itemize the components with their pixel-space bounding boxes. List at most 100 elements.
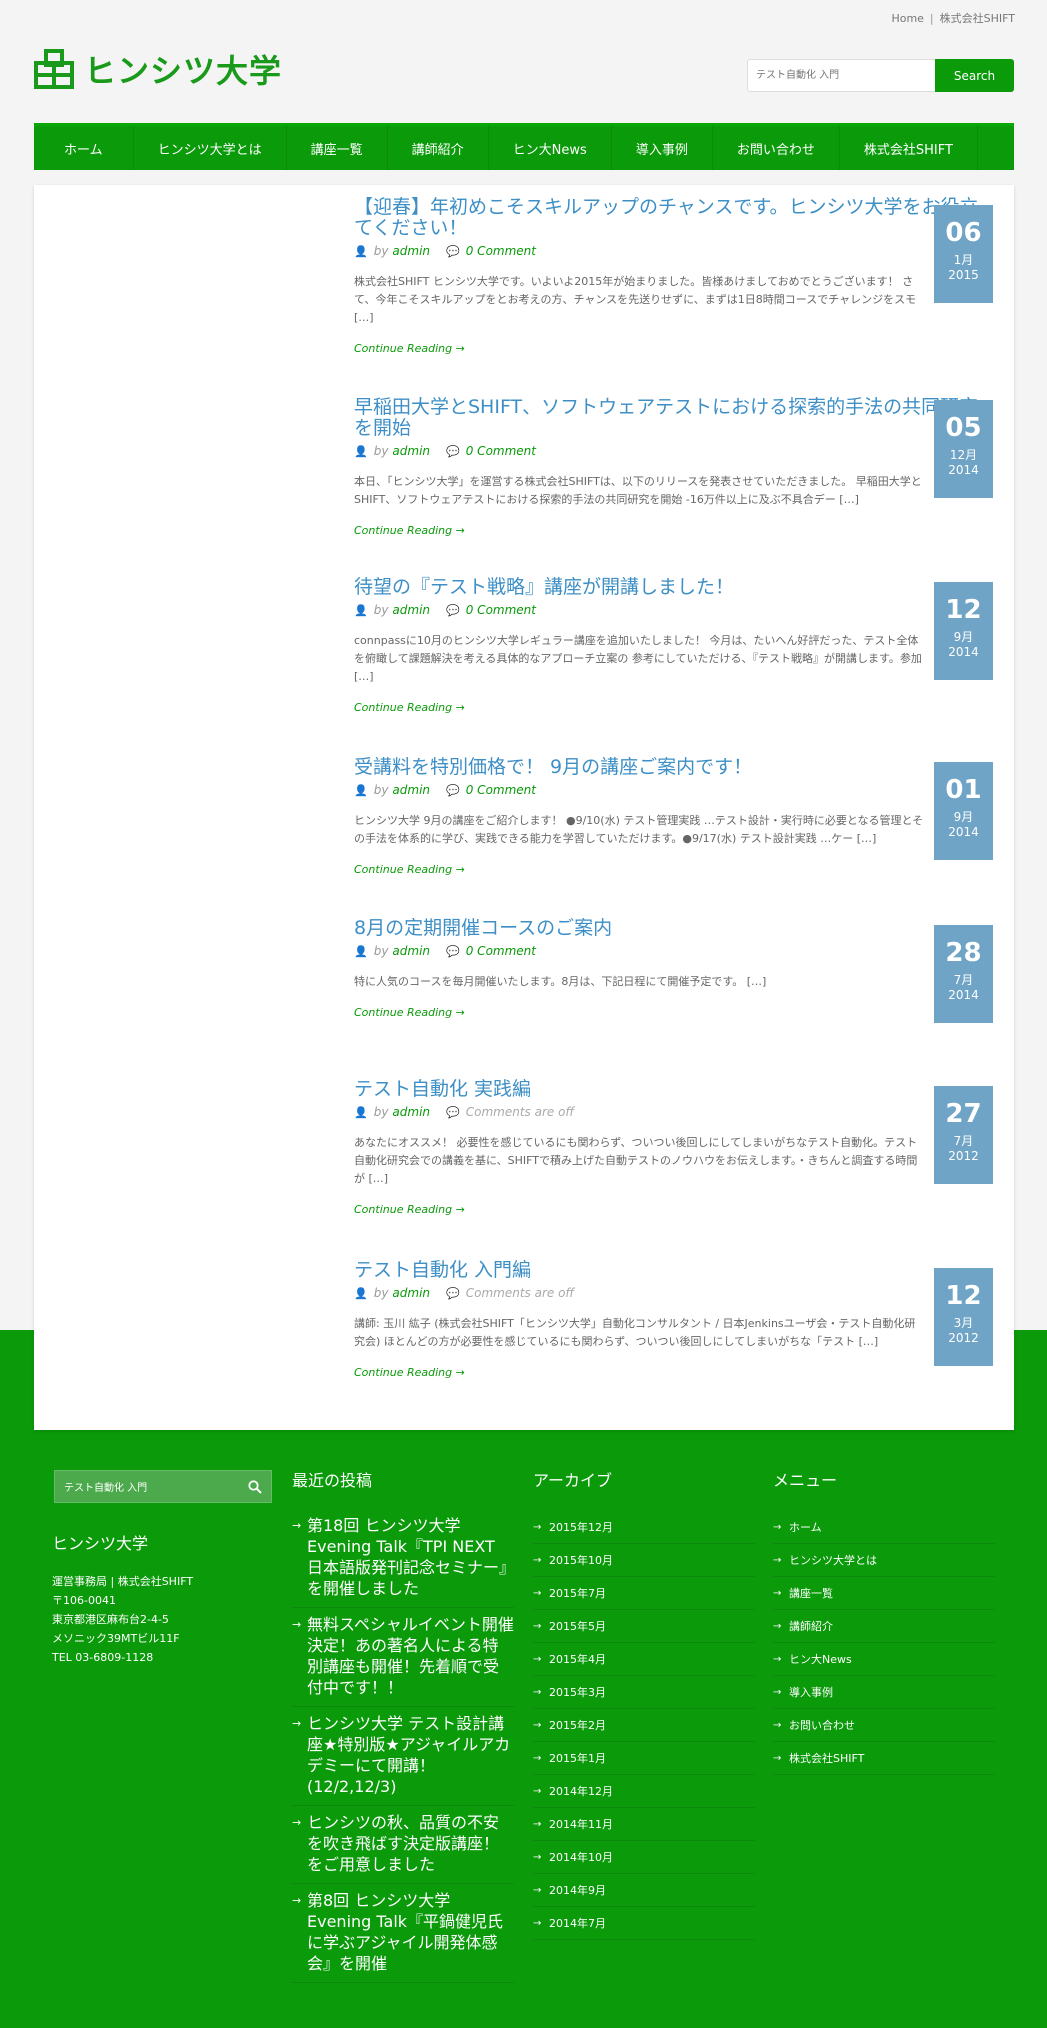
post-item: テスト自動化 実践編 👤 by admin 💬 Comments are off あなたにオ… — [354, 1078, 994, 1217]
post-date-day: 12 — [945, 595, 982, 625]
recent-post-link[interactable]: 第8回 ヒンシツ大学 Evening Talk『平鍋健児氏に学ぶアジャイル開発体… — [292, 1884, 514, 1983]
archive-link[interactable]: 2015年7月 — [533, 1577, 755, 1610]
continue-reading-link[interactable]: Continue Reading → — [354, 524, 994, 537]
post-date-month: 9月 — [953, 630, 974, 644]
nav-item-7[interactable]: 株式会社SHIFT — [840, 126, 978, 170]
post-comments[interactable]: 0 Comment — [466, 783, 536, 797]
user-icon: 👤 — [354, 1286, 368, 1300]
archive-link[interactable]: 2014年12月 — [533, 1775, 755, 1808]
nav-item-1[interactable]: ヒンシツ大学とは — [134, 126, 287, 170]
post-meta: 👤 by admin 💬 0 Comment — [354, 783, 994, 797]
top-link-home[interactable]: Home — [891, 12, 923, 25]
user-icon: 👤 — [354, 783, 368, 797]
continue-reading-link[interactable]: Continue Reading → — [354, 863, 994, 876]
post-date-badge: 28 7月 2014 — [934, 925, 993, 1023]
post-author[interactable]: admin — [392, 944, 430, 958]
footer-menu-link[interactable]: ホーム — [773, 1511, 995, 1544]
post-comments[interactable]: 0 Comment — [466, 444, 536, 458]
post-author[interactable]: admin — [392, 1286, 430, 1300]
recent-posts-title: 最近の投稿 — [292, 1471, 373, 1490]
post-author[interactable]: admin — [392, 783, 430, 797]
post-excerpt: connpassに10月のヒンシツ大学レギュラー講座を追加いたしました！ 今月は… — [354, 634, 922, 683]
archive-link[interactable]: 2014年11月 — [533, 1808, 755, 1841]
continue-reading-link[interactable]: Continue Reading → — [354, 342, 994, 355]
continue-reading-link[interactable]: Continue Reading → — [354, 1203, 994, 1216]
nav-item-0[interactable]: ホーム — [34, 126, 134, 170]
footer-menu-link[interactable]: 講師紹介 — [773, 1610, 995, 1643]
recent-post-link[interactable]: ヒンシツ大学 テスト設計講座★特別版★アジャイルアカデミーにて開講！(12/2,… — [292, 1707, 514, 1806]
post-date-badge: 06 1月 2015 — [934, 205, 993, 303]
archive-link[interactable]: 2014年7月 — [533, 1907, 755, 1940]
post-date-year: 2014 — [948, 463, 979, 477]
site-logo[interactable]: ヒンシツ大学 — [34, 46, 282, 92]
post-date-day: 05 — [945, 413, 982, 443]
post-title[interactable]: 8月の定期開催コースのご案内 — [354, 917, 612, 939]
recent-post-link[interactable]: 第18回 ヒンシツ大学 Evening Talk『TPI NEXT 日本語版発刊… — [292, 1509, 514, 1608]
post-date-badge: 27 7月 2012 — [934, 1086, 993, 1184]
post-by: by — [373, 1286, 389, 1300]
post-title[interactable]: 受講料を特別価格で！ 9月の講座ご案内です！ — [354, 756, 752, 778]
archive-link[interactable]: 2015年12月 — [533, 1511, 755, 1544]
post-title[interactable]: 待望の『テスト戦略』講座が開講しました！ — [354, 576, 734, 598]
post-excerpt: ヒンシツ大学 9月の講座をご紹介します！ ●9/10(水) テスト管理実践 …テ… — [354, 814, 924, 845]
search-icon[interactable] — [248, 1479, 262, 1494]
footer-search-input[interactable]: テスト自動化 入門 — [54, 1470, 272, 1503]
post-date-badge: 01 9月 2014 — [934, 762, 993, 860]
continue-reading-link[interactable]: Continue Reading → — [354, 1366, 994, 1379]
footer-about-title: ヒンシツ大学 — [52, 1534, 149, 1553]
nav-item-2[interactable]: 講座一覧 — [287, 126, 388, 170]
header-search: Search — [747, 59, 1014, 92]
recent-post-link[interactable]: 無料スペシャルイベント開催決定！あの著名人による特別講座も開催！先着順で受付中で… — [292, 1608, 514, 1707]
comment-icon: 💬 — [446, 944, 460, 958]
post-author[interactable]: admin — [392, 603, 430, 617]
footer-archive: アーカイブ 2015年12月2015年10月2015年7月2015年5月2015… — [533, 1467, 755, 1940]
nav-item-3[interactable]: 講師紹介 — [388, 126, 489, 170]
top-link-company[interactable]: 株式会社SHIFT — [940, 12, 1015, 25]
search-button[interactable]: Search — [935, 59, 1014, 92]
post-title[interactable]: 【迎春】年初めこそスキルアップのチャンスです。ヒンシツ大学をお役立てください！ — [354, 196, 979, 239]
archive-link[interactable]: 2015年2月 — [533, 1709, 755, 1742]
post-author[interactable]: admin — [392, 244, 430, 258]
continue-reading-link[interactable]: Continue Reading → — [354, 701, 994, 714]
archive-link[interactable]: 2015年5月 — [533, 1610, 755, 1643]
archive-title: アーカイブ — [533, 1471, 613, 1490]
footer-menu-link[interactable]: ヒンシツ大学とは — [773, 1544, 995, 1577]
post-excerpt: あなたにオススメ！ 必要性を感じているにも関わらず、ついつい後回しにしてしまいが… — [354, 1136, 918, 1185]
footer-menu-link[interactable]: 導入事例 — [773, 1676, 995, 1709]
archive-link[interactable]: 2015年4月 — [533, 1643, 755, 1676]
post-comments[interactable]: 0 Comment — [466, 944, 536, 958]
footer-menu-link[interactable]: 講座一覧 — [773, 1577, 995, 1610]
recent-post-link[interactable]: ヒンシツの秋、品質の不安を吹き飛ばす決定版講座！をご用意しました — [292, 1806, 514, 1884]
post-date-badge: 05 12月 2014 — [934, 400, 993, 498]
recent-posts-list: 第18回 ヒンシツ大学 Evening Talk『TPI NEXT 日本語版発刊… — [292, 1509, 514, 1983]
post-excerpt: 本日、「ヒンシツ大学」を運営する株式会社SHIFTは、以下のリリースを発表させて… — [354, 475, 922, 506]
nav-item-5[interactable]: 導入事例 — [612, 126, 713, 170]
archive-link[interactable]: 2015年10月 — [533, 1544, 755, 1577]
post-title[interactable]: テスト自動化 実践編 — [354, 1078, 531, 1100]
comment-icon: 💬 — [446, 444, 460, 458]
post-comments[interactable]: 0 Comment — [466, 603, 536, 617]
post-date-year: 2014 — [948, 645, 979, 659]
nav-item-6[interactable]: お問い合わせ — [713, 126, 840, 170]
nav-item-4[interactable]: ヒン大News — [489, 126, 612, 170]
footer-menu-link[interactable]: ヒン大News — [773, 1643, 995, 1676]
post-title[interactable]: テスト自動化 入門編 — [354, 1259, 531, 1281]
search-input[interactable] — [747, 59, 935, 92]
archive-link[interactable]: 2014年10月 — [533, 1841, 755, 1874]
post-by: by — [373, 1105, 389, 1119]
archive-link[interactable]: 2015年3月 — [533, 1676, 755, 1709]
comment-icon: 💬 — [446, 1286, 460, 1300]
post-date-month: 7月 — [953, 1134, 974, 1148]
footer-menu-link[interactable]: お問い合わせ — [773, 1709, 995, 1742]
post-author[interactable]: admin — [392, 1105, 430, 1119]
comment-icon: 💬 — [446, 244, 460, 258]
post-comments[interactable]: 0 Comment — [466, 244, 536, 258]
continue-reading-link[interactable]: Continue Reading → — [354, 1006, 994, 1019]
post-author[interactable]: admin — [392, 444, 430, 458]
archive-link[interactable]: 2014年9月 — [533, 1874, 755, 1907]
logo-text: ヒンシツ大学 — [84, 52, 283, 90]
about-line: 東京都港区麻布台2-4-5 — [52, 1613, 169, 1626]
footer-menu-link[interactable]: 株式会社SHIFT — [773, 1742, 995, 1775]
post-title[interactable]: 早稲田大学とSHIFT、ソフトウェアテストにおける探索的手法の共同研究を開始 — [354, 396, 978, 439]
archive-link[interactable]: 2015年1月 — [533, 1742, 755, 1775]
